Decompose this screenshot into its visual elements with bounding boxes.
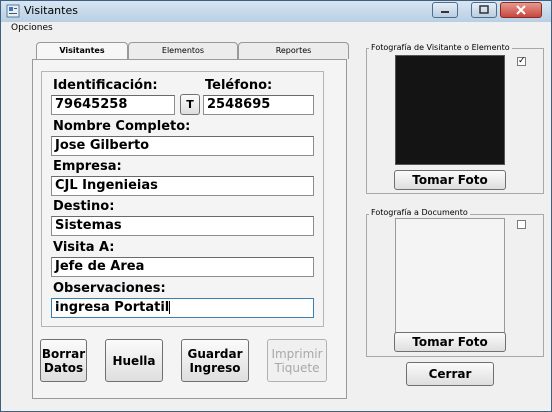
empresa-label: Empresa: xyxy=(53,159,122,174)
visita-label: Visita A: xyxy=(53,240,115,255)
destino-label: Destino: xyxy=(53,199,115,214)
window-maximize-button[interactable] xyxy=(471,2,497,18)
menu-opciones[interactable]: Opciones xyxy=(11,23,53,33)
destino-input[interactable]: Sistemas xyxy=(51,216,314,236)
photo-visitor-image xyxy=(395,55,505,165)
borrar-datos-button[interactable]: Borrar Datos xyxy=(40,339,87,382)
guardar-ingreso-line2: Ingreso xyxy=(189,360,241,375)
photo-visitor-label: Fotografía de Visitante o Elemento xyxy=(369,43,512,52)
tomar-foto-visitor-button[interactable]: Tomar Foto xyxy=(394,170,506,190)
guardar-ingreso-line1: Guardar xyxy=(187,346,243,361)
telefono-input[interactable]: 2548695 xyxy=(203,95,314,115)
visita-input[interactable]: Jefe de Area xyxy=(51,257,314,277)
telefono-label: Teléfono: xyxy=(205,78,273,93)
check-icon: ✓ xyxy=(518,56,526,66)
window-minimize-button[interactable] xyxy=(432,2,458,18)
close-icon xyxy=(516,5,526,15)
identificacion-input[interactable]: 79645258 xyxy=(51,95,175,115)
photo-visitor-checkbox[interactable]: ✓ xyxy=(517,57,526,66)
guardar-ingreso-button[interactable]: Guardar Ingreso xyxy=(181,339,249,382)
huella-button[interactable]: Huella xyxy=(105,339,163,382)
title-bar: Visitantes xyxy=(1,1,551,23)
observaciones-label: Observaciones: xyxy=(53,281,166,296)
window-title: Visitantes xyxy=(24,4,78,17)
observaciones-value: ingresa Portatil xyxy=(55,300,170,315)
tab-elementos[interactable]: Elementos xyxy=(128,42,238,59)
text-cursor xyxy=(169,301,171,314)
app-icon xyxy=(6,4,20,18)
borrar-datos-line1: Borrar xyxy=(41,346,86,361)
observaciones-input[interactable]: ingresa Portatil xyxy=(51,298,314,318)
cerrar-button[interactable]: Cerrar xyxy=(406,362,494,386)
imprimir-tiquete-button[interactable]: Imprimir Tiquete xyxy=(267,339,327,382)
photo-document-checkbox[interactable] xyxy=(517,220,526,229)
minimize-icon xyxy=(441,11,449,13)
empresa-input[interactable]: CJL Ingenieias xyxy=(51,176,314,196)
imprimir-tiquete-line2: Tiquete xyxy=(274,360,320,375)
tomar-foto-document-button[interactable]: Tomar Foto xyxy=(394,332,506,352)
t-button[interactable]: T xyxy=(180,94,200,115)
identificacion-label: Identificación: xyxy=(53,78,158,93)
tab-visitantes[interactable]: Visitantes xyxy=(36,42,128,60)
visitantes-window: Visitantes Opciones Elementos Reportes V… xyxy=(0,0,552,412)
borrar-datos-line2: Datos xyxy=(43,360,84,375)
maximize-icon xyxy=(479,5,489,14)
photo-document-label: Fotografía a Documento xyxy=(369,208,470,217)
window-close-button[interactable] xyxy=(500,2,542,18)
nombre-input[interactable]: Jose Gilberto xyxy=(51,136,314,156)
menu-bar: Opciones xyxy=(1,22,551,37)
nombre-label: Nombre Completo: xyxy=(53,119,191,134)
photo-document-image xyxy=(395,218,505,333)
imprimir-tiquete-line1: Imprimir xyxy=(271,346,323,361)
tab-reportes[interactable]: Reportes xyxy=(238,42,349,59)
